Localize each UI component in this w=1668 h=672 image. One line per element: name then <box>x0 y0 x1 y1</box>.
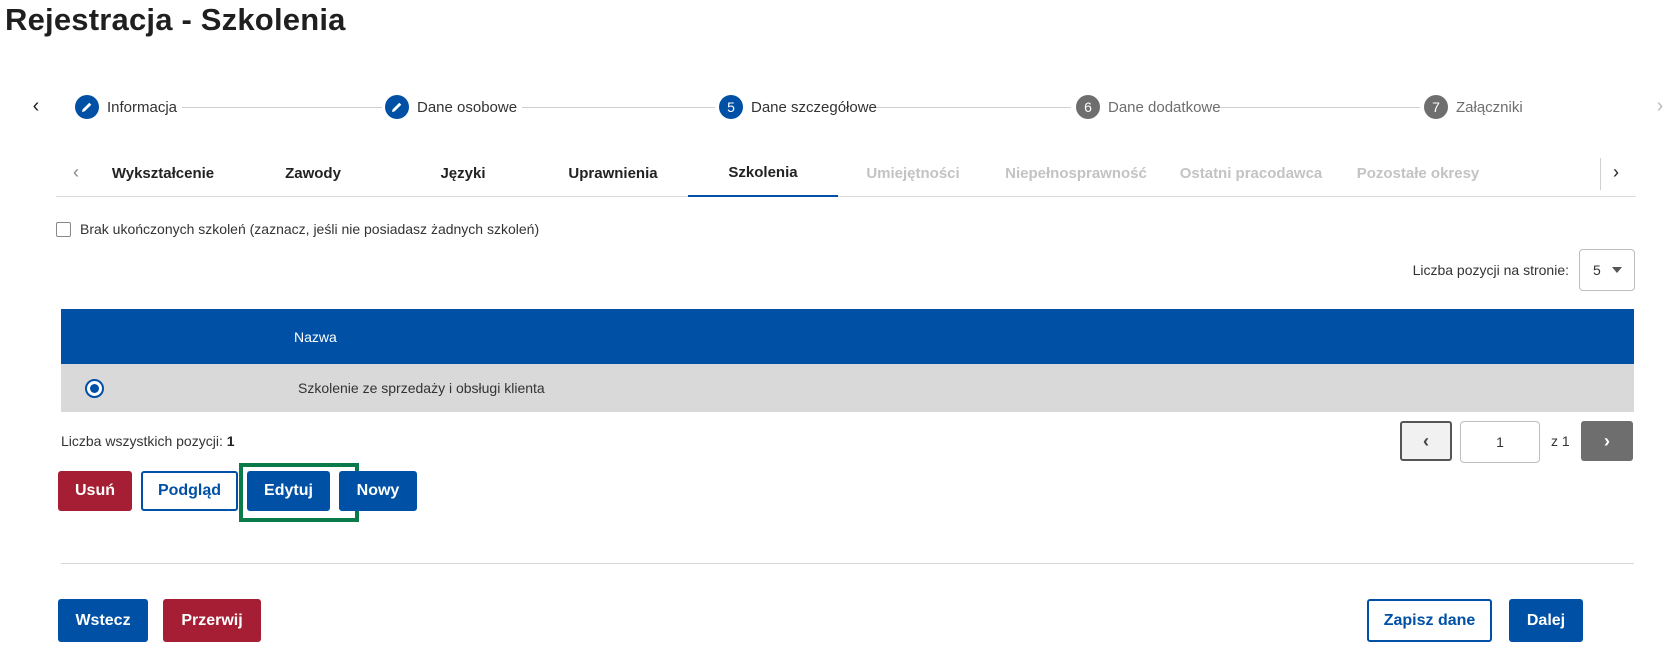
total-count-label: Liczba wszystkich pozycji: <box>61 433 223 449</box>
tab-niepelnosprawnosc: Niepełnosprawność <box>1005 165 1147 182</box>
table-cell-name: Szkolenie ze sprzedaży i obsługi klienta <box>298 380 545 396</box>
delete-button[interactable]: Usuń <box>58 471 132 511</box>
step-number: 7 <box>1424 95 1448 119</box>
new-button[interactable]: Nowy <box>339 471 417 511</box>
page-number-input[interactable] <box>1460 421 1540 463</box>
tabs-prev-arrow-icon[interactable]: ‹ <box>64 160 88 184</box>
preview-button[interactable]: Podgląd <box>141 471 238 511</box>
step-label: Informacja <box>107 98 178 116</box>
tab-ostatni-pracodawca: Ostatni pracodawca <box>1179 165 1323 182</box>
step-informacja[interactable]: Informacja <box>75 95 177 119</box>
tab-zawody[interactable]: Zawody <box>238 150 388 197</box>
stepper-prev-arrow-icon[interactable]: ‹ <box>24 94 48 118</box>
table-row[interactable]: Szkolenie ze sprzedaży i obsługi klienta <box>61 364 1634 412</box>
tab-wyksztalcenie[interactable]: Wykształcenie <box>88 150 238 197</box>
edit-button[interactable]: Edytuj <box>247 471 330 511</box>
tabs-next-arrow-icon[interactable]: › <box>1604 160 1628 184</box>
step-number: 6 <box>1076 95 1100 119</box>
step-label: Dane dodatkowe <box>1108 98 1221 116</box>
page-of-label: z 1 <box>1551 433 1570 449</box>
chevron-down-icon <box>1612 267 1622 273</box>
tab-pozostale-okresy: Pozostałe okresy <box>1356 165 1480 182</box>
next-page-button[interactable]: › <box>1581 421 1633 461</box>
page-size-value: 5 <box>1593 262 1601 278</box>
page-size-label: Liczba pozycji na stronie: <box>1412 262 1569 278</box>
abort-button[interactable]: Przerwij <box>163 599 261 642</box>
step-dane-dodatkowe[interactable]: 6 Dane dodatkowe <box>1076 95 1221 119</box>
step-connector <box>873 107 1071 108</box>
trainings-table: Nazwa Szkolenie ze sprzedaży i obsługi k… <box>61 309 1634 412</box>
tabs-divider <box>1600 158 1601 190</box>
step-dane-osobowe[interactable]: Dane osobowe <box>385 95 517 119</box>
step-connector <box>1220 107 1420 108</box>
total-count: Liczba wszystkich pozycji: 1 <box>61 433 235 449</box>
next-button[interactable]: Dalej <box>1509 599 1583 642</box>
no-training-checkbox[interactable] <box>56 221 71 237</box>
prev-page-button[interactable]: ‹ <box>1400 421 1452 461</box>
step-connector <box>182 107 382 108</box>
stepper-next-arrow-icon[interactable]: › <box>1648 94 1668 118</box>
step-label: Załączniki <box>1456 98 1523 116</box>
radio-selected-dot <box>90 384 99 393</box>
page-size-select[interactable]: 5 <box>1579 249 1635 291</box>
step-zalaczniki[interactable]: 7 Załączniki <box>1424 95 1523 119</box>
step-dane-szczegolowe[interactable]: 5 Dane szczegółowe <box>719 95 877 119</box>
tab-jezyki[interactable]: Języki <box>388 150 538 197</box>
save-button[interactable]: Zapisz dane <box>1367 599 1492 642</box>
step-connector <box>522 107 715 108</box>
tab-szkolenia[interactable]: Szkolenia <box>688 150 838 197</box>
row-select-radio[interactable] <box>85 379 104 398</box>
no-training-checkbox-row[interactable]: Brak ukończonych szkoleń (zaznacz, jeśli… <box>56 221 539 237</box>
total-count-value: 1 <box>226 433 235 449</box>
table-header: Nazwa <box>61 309 1634 364</box>
no-training-label: Brak ukończonych szkoleń (zaznacz, jeśli… <box>80 221 540 237</box>
tab-uprawnienia[interactable]: Uprawnienia <box>538 150 688 197</box>
page-title: Rejestracja - Szkolenia <box>5 2 346 37</box>
section-tabs: ‹ Wykształcenie Zawody Języki Uprawnieni… <box>56 150 1636 197</box>
pencil-icon <box>75 95 99 119</box>
page-size-control: Liczba pozycji na stronie: 5 <box>1413 249 1635 291</box>
tab-umiejetnosci: Umiejętności <box>866 165 960 182</box>
wizard-stepper: ‹ Informacja Dane osobowe 5 Dane szczegó… <box>0 90 1668 124</box>
pencil-icon <box>385 95 409 119</box>
column-header-nazwa[interactable]: Nazwa <box>294 309 337 364</box>
step-label: Dane szczegółowe <box>751 98 877 116</box>
section-divider <box>61 563 1634 564</box>
step-number: 5 <box>719 95 743 119</box>
step-label: Dane osobowe <box>417 98 518 116</box>
back-button[interactable]: Wstecz <box>58 599 148 642</box>
